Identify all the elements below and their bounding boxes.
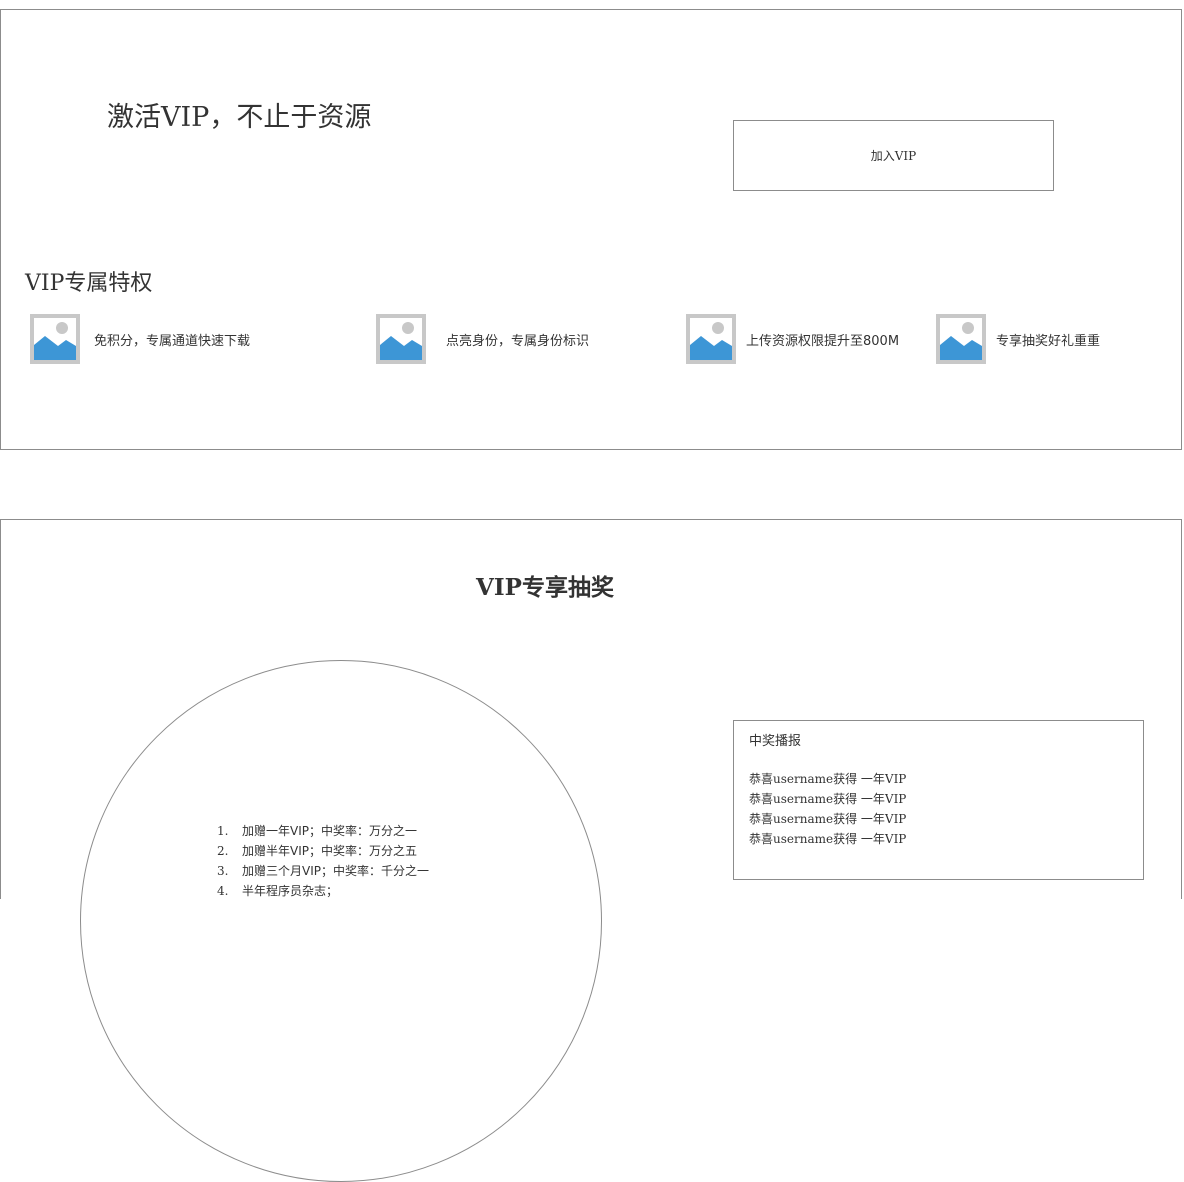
prize-text: 加赠半年VIP；中奖率：万分之五 xyxy=(242,844,417,858)
prize-number: 3. xyxy=(217,864,229,878)
vip-intro-panel: 激活VIP，不止于资源 加入VIP VIP专属特权 免积分，专属通道快速下载 点… xyxy=(0,9,1182,450)
vip-lottery-panel: VIP专享抽奖 1. 加赠一年VIP；中奖率：万分之一 2. 加赠半年VIP；中… xyxy=(0,519,1182,1182)
prize-number: 2. xyxy=(217,844,229,858)
hero-title: 激活VIP，不止于资源 xyxy=(107,102,372,133)
privileges-title: VIP专属特权 xyxy=(25,271,153,296)
broadcast-message: 恭喜username获得 一年VIP xyxy=(749,792,907,806)
privilege-item-upload: 上传资源权限提升至800M xyxy=(686,314,899,364)
prize-item: 2. 加赠半年VIP；中奖率：万分之五 xyxy=(217,841,429,861)
winner-broadcast-box: 中奖播报 恭喜username获得 一年VIP 恭喜username获得 一年V… xyxy=(733,720,1144,880)
join-vip-button[interactable]: 加入VIP xyxy=(733,120,1054,191)
prize-text: 半年程序员杂志； xyxy=(242,884,339,898)
prize-number: 1. xyxy=(217,824,229,838)
image-placeholder-icon xyxy=(376,314,426,364)
lottery-title: VIP专享抽奖 xyxy=(476,574,614,601)
broadcast-message: 恭喜username获得 一年VIP xyxy=(749,832,907,846)
privilege-label: 上传资源权限提升至800M xyxy=(746,333,900,349)
privilege-label: 专享抽奖好礼重重 xyxy=(996,333,1101,349)
prize-number: 4. xyxy=(217,884,229,898)
lottery-wheel[interactable] xyxy=(80,660,602,1182)
image-placeholder-icon xyxy=(936,314,986,364)
privilege-label: 免积分，专属通道快速下载 xyxy=(94,333,251,349)
prize-item: 3. 加赠三个月VIP；中奖率：千分之一 xyxy=(217,861,429,881)
broadcast-title: 中奖播报 xyxy=(749,734,802,749)
prize-item: 4. 半年程序员杂志； xyxy=(217,881,429,901)
broadcast-message: 恭喜username获得 一年VIP xyxy=(749,812,907,826)
prize-item: 1. 加赠一年VIP；中奖率：万分之一 xyxy=(217,821,429,841)
prize-list: 1. 加赠一年VIP；中奖率：万分之一 2. 加赠半年VIP；中奖率：万分之五 … xyxy=(217,821,429,901)
image-placeholder-icon xyxy=(30,314,80,364)
broadcast-list: 恭喜username获得 一年VIP 恭喜username获得 一年VIP 恭喜… xyxy=(749,769,906,849)
privilege-label: 点亮身份，专属身份标识 xyxy=(446,333,590,349)
broadcast-message: 恭喜username获得 一年VIP xyxy=(749,772,907,786)
prize-text: 加赠三个月VIP；中奖率：千分之一 xyxy=(242,864,429,878)
privilege-item-lottery: 专享抽奖好礼重重 xyxy=(936,314,1100,364)
image-placeholder-icon xyxy=(686,314,736,364)
privilege-item-download: 免积分，专属通道快速下载 xyxy=(30,314,250,364)
privilege-item-identity: 点亮身份，专属身份标识 xyxy=(376,314,589,364)
prize-text: 加赠一年VIP；中奖率：万分之一 xyxy=(242,824,417,838)
